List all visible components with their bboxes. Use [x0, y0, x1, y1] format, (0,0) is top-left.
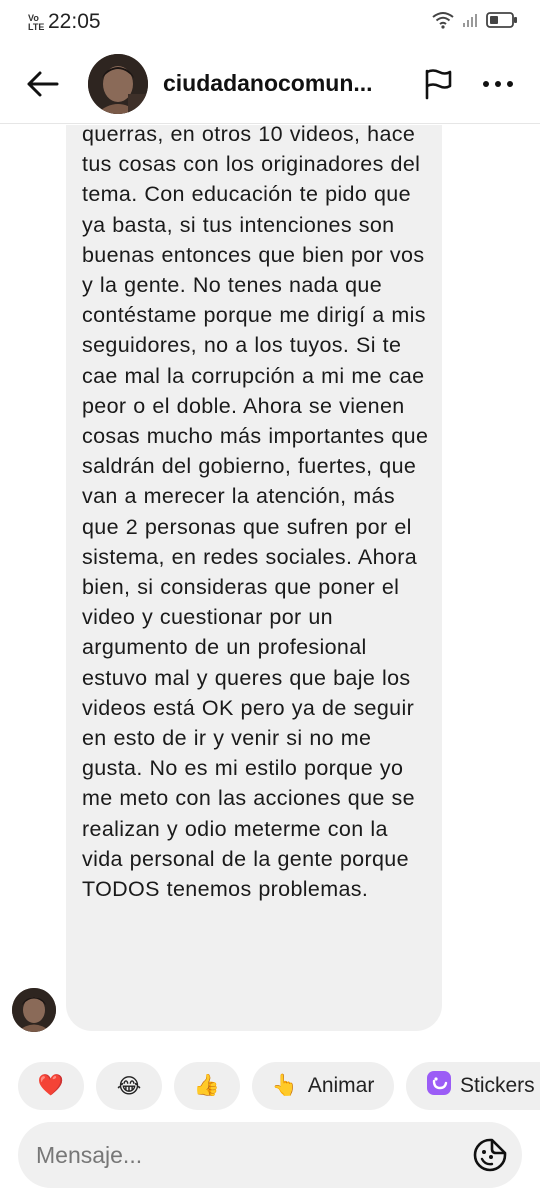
network-line-2: LTE: [28, 22, 45, 32]
flag-icon: [425, 69, 452, 100]
sticker-icon: [426, 1070, 452, 1102]
message-input[interactable]: [36, 1122, 456, 1188]
animar-button[interactable]: 👆 Animar: [252, 1062, 394, 1110]
heart-emoji-icon: ❤️: [37, 1074, 65, 1097]
quick-replies: ❤️ 😂 👍 👆 Animar Stickers: [0, 1062, 540, 1110]
thumbs-up-emoji-icon: 👍: [193, 1074, 221, 1097]
avatar[interactable]: [88, 54, 148, 114]
status-bar: Vo LTE 22:05: [0, 0, 540, 44]
message-composer: [18, 1122, 522, 1188]
quick-thumbs-up-button[interactable]: 👍: [174, 1062, 240, 1110]
message-text: querras, en otros 10 videos, hace tus co…: [82, 125, 429, 902]
more-options-button[interactable]: [476, 64, 520, 104]
pointing-hand-emoji-icon: 👆: [271, 1074, 298, 1097]
quick-laugh-button[interactable]: 😂: [96, 1062, 162, 1110]
back-button[interactable]: [20, 64, 64, 104]
sticker-face-icon: [473, 1138, 507, 1172]
stickers-button[interactable]: Stickers: [406, 1062, 540, 1110]
message-list[interactable]: querras, en otros 10 videos, hace tus co…: [0, 125, 540, 1050]
report-button[interactable]: [418, 64, 458, 104]
status-time: 22:05: [48, 10, 101, 33]
arrow-left-icon: [27, 71, 59, 97]
quick-heart-button[interactable]: ❤️: [18, 1062, 84, 1110]
stickers-label: Stickers: [460, 1074, 535, 1097]
status-icons: [432, 11, 518, 34]
network-indicator: Vo LTE: [28, 14, 44, 32]
animar-label: Animar: [307, 1074, 375, 1097]
chat-header: ciudadanocomun...: [0, 44, 540, 124]
wifi-icon: [432, 11, 454, 34]
more-dots-icon: [483, 81, 513, 87]
message-bubble[interactable]: querras, en otros 10 videos, hace tus co…: [66, 125, 442, 1031]
chat-username[interactable]: ciudadanocomun...: [163, 70, 403, 97]
sender-avatar[interactable]: [12, 988, 56, 1032]
sticker-button[interactable]: [472, 1137, 508, 1173]
laughing-emoji-icon: 😂: [116, 1074, 142, 1098]
battery-icon: [486, 11, 518, 34]
signal-icon: [462, 12, 478, 33]
